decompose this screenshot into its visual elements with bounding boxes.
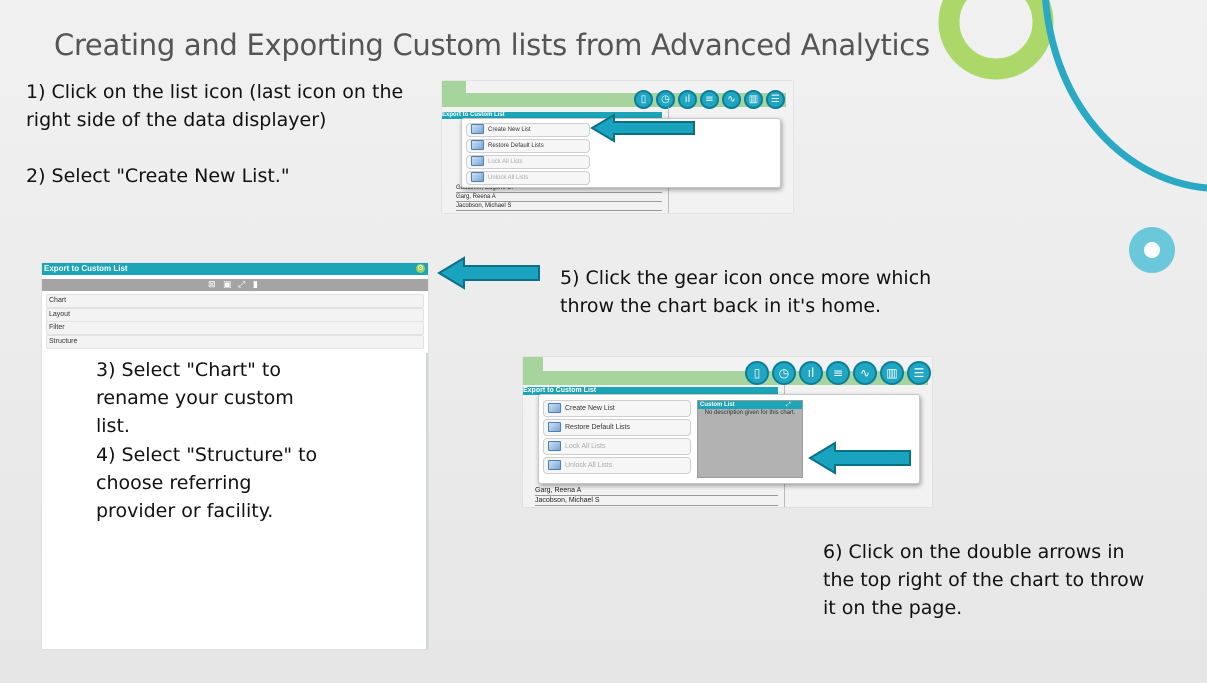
table-row: Jacobson, Michael S xyxy=(535,496,778,506)
panel-toolbar: ⊠ ▣ ⤢ ▮ xyxy=(42,279,428,291)
table-row: Jacobson, Michael S xyxy=(456,202,662,211)
export-header: Export to Custom List xyxy=(42,263,428,275)
menu-item-unlock-all-lists[interactable]: Unlock All Lists xyxy=(543,457,691,474)
menu-item-unlock-all-lists[interactable]: Unlock All Lists xyxy=(466,171,590,185)
step-3-text: 3) Select "Chart" to rename your custom … xyxy=(96,359,294,437)
menu-item-restore-default-lists[interactable]: Restore Default Lists xyxy=(466,139,590,153)
custom-list-panel: Custom List ⤢ No description given for t… xyxy=(697,400,803,478)
columns-icon[interactable]: ▥ xyxy=(880,361,904,385)
columns-icon[interactable]: ▥ xyxy=(744,90,763,109)
clock-icon[interactable]: ◷ xyxy=(772,361,796,385)
table-icon[interactable]: ▯ xyxy=(745,361,769,385)
settings-gear-icon[interactable]: ⚙ xyxy=(416,264,425,273)
arrow-left-shape xyxy=(808,441,911,475)
panel-item-layout[interactable]: Layout xyxy=(46,308,424,322)
close-icon[interactable]: ⊠ xyxy=(208,280,216,290)
table-icon[interactable]: ▯ xyxy=(634,90,653,109)
print-icon[interactable]: ▣ xyxy=(223,280,232,290)
custom-list-description: No description given for this chart. xyxy=(704,410,796,416)
screenshot-1: ▯ ◷ ıl ≡ ∿ ▥ ☰ Export to Custom List Gau… xyxy=(442,81,793,213)
panel-item-chart[interactable]: Chart xyxy=(46,294,424,308)
panel-item-filter[interactable]: Filter xyxy=(46,321,424,335)
step-1-text: 1) Click on the list icon (last icon on … xyxy=(26,81,404,131)
step-6-text: 6) Click on the double arrows in the top… xyxy=(823,541,1145,619)
page-title: Creating and Exporting Custom lists from… xyxy=(54,28,930,62)
step-4-text: 4) Select "Structure" to choose referrin… xyxy=(96,444,318,522)
line-chart-icon[interactable]: ∿ xyxy=(853,361,877,385)
hbar-chart-icon[interactable]: ≡ xyxy=(826,361,850,385)
expand-icon[interactable]: ⤢ xyxy=(238,280,245,290)
screenshot-3: ▯ ◷ ıl ≡ ∿ ▥ ☰ Export to Custom List Gar… xyxy=(523,357,932,507)
step-2-text: 2) Select "Create New List." xyxy=(26,165,290,187)
bar-chart-icon[interactable]: ıl xyxy=(799,361,823,385)
menu-item-lock-all-lists[interactable]: Lock All Lists xyxy=(543,438,691,455)
step-5-text: 5) Click the gear icon once more which t… xyxy=(560,267,932,317)
list-icon[interactable]: ☰ xyxy=(907,361,931,385)
trash-icon[interactable]: ▮ xyxy=(253,280,258,290)
teal-arc-shape xyxy=(1042,0,1207,192)
table-row: Garg, Reena A xyxy=(535,486,778,496)
hbar-chart-icon[interactable]: ≡ xyxy=(700,90,719,109)
green-ring-shape xyxy=(938,0,1054,80)
menu-item-restore-default-lists[interactable]: Restore Default Lists xyxy=(543,419,691,436)
list-icon[interactable]: ☰ xyxy=(766,90,785,109)
menu-item-lock-all-lists[interactable]: Lock All Lists xyxy=(466,155,590,169)
clock-icon[interactable]: ◷ xyxy=(656,90,675,109)
line-chart-icon[interactable]: ∿ xyxy=(722,90,741,109)
table-row: Garg, Reena A xyxy=(456,193,662,202)
menu-item-create-new-list[interactable]: Create New List xyxy=(466,123,590,137)
bar-chart-icon[interactable]: ıl xyxy=(678,90,697,109)
slide: Creating and Exporting Custom lists from… xyxy=(0,0,1207,683)
menu-item-create-new-list[interactable]: Create New List xyxy=(543,400,691,417)
arrow-left-shape xyxy=(590,113,695,143)
double-arrow-icon[interactable]: ⤢ xyxy=(786,401,791,409)
arrow-left-shape xyxy=(437,256,540,290)
panel-item-structure[interactable]: Structure xyxy=(46,335,424,349)
